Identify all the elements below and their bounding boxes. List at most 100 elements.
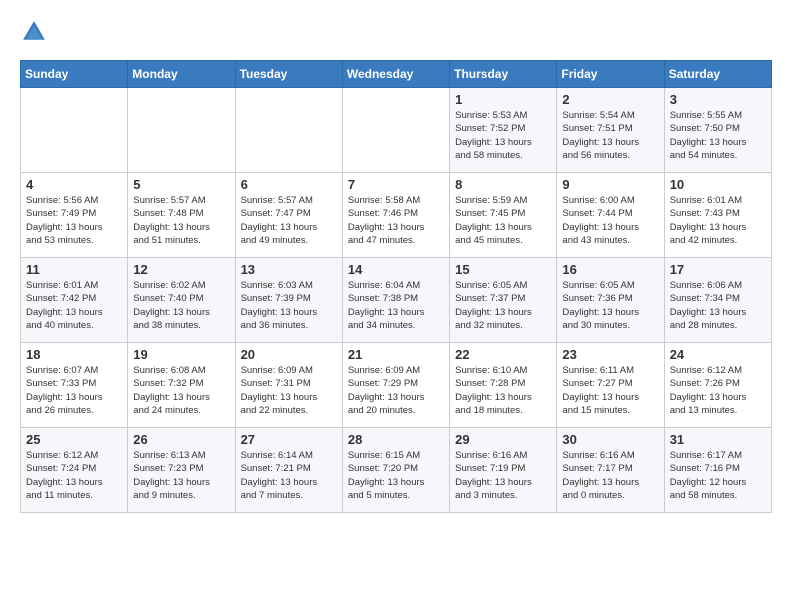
day-info: Sunrise: 6:02 AM Sunset: 7:40 PM Dayligh… [133, 279, 229, 332]
calendar-cell: 7 Sunrise: 5:58 AM Sunset: 7:46 PM Daylig… [342, 173, 449, 258]
day-info: Sunrise: 6:14 AM Sunset: 7:21 PM Dayligh… [241, 449, 337, 502]
calendar-cell: 15 Sunrise: 6:05 AM Sunset: 7:37 PM Dayli… [450, 258, 557, 343]
calendar-cell: 13 Sunrise: 6:03 AM Sunset: 7:39 PM Dayli… [235, 258, 342, 343]
calendar-week-1: 1Sunrise: 5:53 AM Sunset: 7:52 PM Daylig… [21, 88, 772, 173]
day-number: 24 [670, 347, 766, 362]
col-header-monday: Monday [128, 61, 235, 88]
calendar-cell: 6Sunrise: 5:57 AM Sunset: 7:47 PM Daylig… [235, 173, 342, 258]
day-number: 7 [348, 177, 444, 192]
day-number: 13 [241, 262, 337, 277]
day-info: Sunrise: 6:00 AM Sunset: 7:44 PM Dayligh… [562, 194, 658, 247]
day-number: 17 [670, 262, 766, 277]
day-number: 8 [455, 177, 551, 192]
day-number: 29 [455, 432, 551, 447]
day-info: Sunrise: 5:57 AM Sunset: 7:47 PM Dayligh… [241, 194, 337, 247]
day-info: Sunrise: 6:08 AM Sunset: 7:32 PM Dayligh… [133, 364, 229, 417]
calendar-cell: 26Sunrise: 6:13 AM Sunset: 7:23 PM Dayli… [128, 428, 235, 513]
calendar-cell [21, 88, 128, 173]
day-number: 18 [26, 347, 122, 362]
calendar-table: SundayMondayTuesdayWednesdayThursdayFrid… [20, 60, 772, 513]
calendar-cell: 28 Sunrise: 6:15 AM Sunset: 7:20 PM Dayli… [342, 428, 449, 513]
calendar-header-row: SundayMondayTuesdayWednesdayThursdayFrid… [21, 61, 772, 88]
calendar-week-4: 18 Sunrise: 6:07 AM Sunset: 7:33 PM Dayli… [21, 343, 772, 428]
day-info: Sunrise: 5:55 AM Sunset: 7:50 PM Dayligh… [670, 109, 766, 162]
day-info: Sunrise: 6:12 AM Sunset: 7:26 PM Dayligh… [670, 364, 766, 417]
calendar-cell: 2 Sunrise: 5:54 AM Sunset: 7:51 PM Daylig… [557, 88, 664, 173]
day-number: 21 [348, 347, 444, 362]
calendar-cell: 14 Sunrise: 6:04 AM Sunset: 7:38 PM Dayli… [342, 258, 449, 343]
calendar-cell: 23 Sunrise: 6:11 AM Sunset: 7:27 PM Dayli… [557, 343, 664, 428]
calendar-cell: 1Sunrise: 5:53 AM Sunset: 7:52 PM Daylig… [450, 88, 557, 173]
calendar-week-2: 4Sunrise: 5:56 AM Sunset: 7:49 PM Daylig… [21, 173, 772, 258]
calendar-cell: 16 Sunrise: 6:05 AM Sunset: 7:36 PM Dayli… [557, 258, 664, 343]
day-number: 5 [133, 177, 229, 192]
day-number: 9 [562, 177, 658, 192]
col-header-friday: Friday [557, 61, 664, 88]
day-info: Sunrise: 6:04 AM Sunset: 7:38 PM Dayligh… [348, 279, 444, 332]
calendar-cell: 10Sunrise: 6:01 AM Sunset: 7:43 PM Dayli… [664, 173, 771, 258]
day-number: 14 [348, 262, 444, 277]
calendar-cell: 27Sunrise: 6:14 AM Sunset: 7:21 PM Dayli… [235, 428, 342, 513]
day-number: 16 [562, 262, 658, 277]
calendar-cell: 20 Sunrise: 6:09 AM Sunset: 7:31 PM Dayli… [235, 343, 342, 428]
day-info: Sunrise: 6:15 AM Sunset: 7:20 PM Dayligh… [348, 449, 444, 502]
calendar-week-3: 11Sunrise: 6:01 AM Sunset: 7:42 PM Dayli… [21, 258, 772, 343]
day-number: 23 [562, 347, 658, 362]
calendar-cell [235, 88, 342, 173]
calendar-cell: 5 Sunrise: 5:57 AM Sunset: 7:48 PM Daylig… [128, 173, 235, 258]
day-info: Sunrise: 6:01 AM Sunset: 7:42 PM Dayligh… [26, 279, 122, 332]
calendar-cell: 31Sunrise: 6:17 AM Sunset: 7:16 PM Dayli… [664, 428, 771, 513]
day-number: 3 [670, 92, 766, 107]
day-number: 20 [241, 347, 337, 362]
calendar-cell: 8Sunrise: 5:59 AM Sunset: 7:45 PM Daylig… [450, 173, 557, 258]
day-info: Sunrise: 6:05 AM Sunset: 7:37 PM Dayligh… [455, 279, 551, 332]
day-number: 31 [670, 432, 766, 447]
calendar-cell [342, 88, 449, 173]
day-info: Sunrise: 6:16 AM Sunset: 7:19 PM Dayligh… [455, 449, 551, 502]
page: SundayMondayTuesdayWednesdayThursdayFrid… [0, 0, 792, 525]
day-number: 26 [133, 432, 229, 447]
day-info: Sunrise: 6:09 AM Sunset: 7:31 PM Dayligh… [241, 364, 337, 417]
logo-icon [20, 18, 48, 46]
calendar-cell: 18 Sunrise: 6:07 AM Sunset: 7:33 PM Dayli… [21, 343, 128, 428]
calendar-cell: 21 Sunrise: 6:09 AM Sunset: 7:29 PM Dayli… [342, 343, 449, 428]
col-header-wednesday: Wednesday [342, 61, 449, 88]
day-info: Sunrise: 6:11 AM Sunset: 7:27 PM Dayligh… [562, 364, 658, 417]
day-info: Sunrise: 6:09 AM Sunset: 7:29 PM Dayligh… [348, 364, 444, 417]
calendar-cell: 24 Sunrise: 6:12 AM Sunset: 7:26 PM Dayli… [664, 343, 771, 428]
day-number: 28 [348, 432, 444, 447]
day-info: Sunrise: 5:56 AM Sunset: 7:49 PM Dayligh… [26, 194, 122, 247]
calendar-cell: 30Sunrise: 6:16 AM Sunset: 7:17 PM Dayli… [557, 428, 664, 513]
calendar-cell: 11Sunrise: 6:01 AM Sunset: 7:42 PM Dayli… [21, 258, 128, 343]
calendar-cell: 19 Sunrise: 6:08 AM Sunset: 7:32 PM Dayli… [128, 343, 235, 428]
day-info: Sunrise: 5:57 AM Sunset: 7:48 PM Dayligh… [133, 194, 229, 247]
day-info: Sunrise: 6:05 AM Sunset: 7:36 PM Dayligh… [562, 279, 658, 332]
col-header-sunday: Sunday [21, 61, 128, 88]
day-info: Sunrise: 6:06 AM Sunset: 7:34 PM Dayligh… [670, 279, 766, 332]
calendar-cell: 29 Sunrise: 6:16 AM Sunset: 7:19 PM Dayli… [450, 428, 557, 513]
col-header-saturday: Saturday [664, 61, 771, 88]
calendar-cell: 12Sunrise: 6:02 AM Sunset: 7:40 PM Dayli… [128, 258, 235, 343]
day-number: 25 [26, 432, 122, 447]
calendar-cell: 17 Sunrise: 6:06 AM Sunset: 7:34 PM Dayli… [664, 258, 771, 343]
day-info: Sunrise: 6:12 AM Sunset: 7:24 PM Dayligh… [26, 449, 122, 502]
day-info: Sunrise: 5:54 AM Sunset: 7:51 PM Dayligh… [562, 109, 658, 162]
calendar-cell: 22Sunrise: 6:10 AM Sunset: 7:28 PM Dayli… [450, 343, 557, 428]
day-info: Sunrise: 6:07 AM Sunset: 7:33 PM Dayligh… [26, 364, 122, 417]
day-number: 19 [133, 347, 229, 362]
day-number: 15 [455, 262, 551, 277]
day-info: Sunrise: 6:16 AM Sunset: 7:17 PM Dayligh… [562, 449, 658, 502]
logo [20, 18, 52, 46]
calendar-cell: 9 Sunrise: 6:00 AM Sunset: 7:44 PM Daylig… [557, 173, 664, 258]
calendar-cell [128, 88, 235, 173]
calendar-cell: 3 Sunrise: 5:55 AM Sunset: 7:50 PM Daylig… [664, 88, 771, 173]
day-number: 2 [562, 92, 658, 107]
calendar-week-5: 25 Sunrise: 6:12 AM Sunset: 7:24 PM Dayli… [21, 428, 772, 513]
day-info: Sunrise: 5:58 AM Sunset: 7:46 PM Dayligh… [348, 194, 444, 247]
day-info: Sunrise: 6:03 AM Sunset: 7:39 PM Dayligh… [241, 279, 337, 332]
calendar-cell: 25 Sunrise: 6:12 AM Sunset: 7:24 PM Dayli… [21, 428, 128, 513]
day-number: 10 [670, 177, 766, 192]
col-header-tuesday: Tuesday [235, 61, 342, 88]
header [20, 18, 772, 46]
day-info: Sunrise: 5:53 AM Sunset: 7:52 PM Dayligh… [455, 109, 551, 162]
